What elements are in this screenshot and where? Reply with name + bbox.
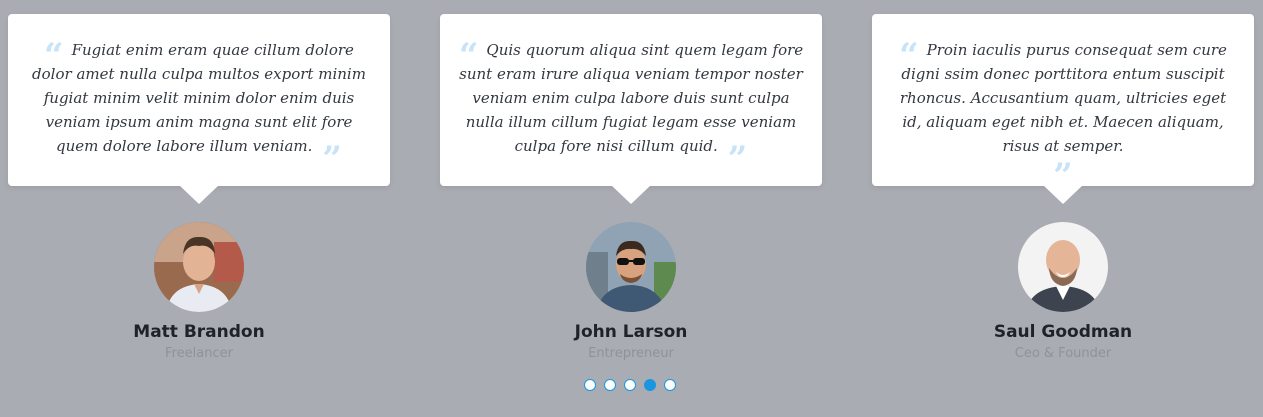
pagination-dot-4[interactable] — [644, 379, 656, 391]
pagination-dot-5[interactable] — [664, 379, 676, 391]
author: Matt Brandon Freelancer — [8, 222, 390, 361]
quote-bubble: “Quis quorum aliqua sint quem legam fore… — [440, 14, 822, 204]
avatar — [586, 222, 676, 312]
avatar — [154, 222, 244, 312]
author: Saul Goodman Ceo & Founder — [872, 222, 1254, 361]
author-role: Entrepreneur — [588, 346, 674, 361]
quote-body: Quis quorum aliqua sint quem legam fore … — [459, 41, 804, 155]
author-role: Freelancer — [165, 346, 233, 361]
pagination-dot-3[interactable] — [624, 379, 636, 391]
testimonial-card: “Proin iaculis purus consequat sem cure … — [872, 14, 1254, 361]
author-name: Matt Brandon — [133, 322, 265, 342]
quote-body: Fugiat enim eram quae cillum dolore dolo… — [32, 41, 366, 155]
testimonial-card: “Quis quorum aliqua sint quem legam fore… — [440, 14, 822, 361]
quote-bubble: “Proin iaculis purus consequat sem cure … — [872, 14, 1254, 204]
author-name: John Larson — [574, 322, 688, 342]
quote-text: “Fugiat enim eram quae cillum dolore dol… — [32, 36, 366, 179]
quote-text: “Proin iaculis purus consequat sem cure … — [899, 36, 1227, 196]
testimonial-card: “Fugiat enim eram quae cillum dolore dol… — [8, 14, 390, 361]
pagination-dot-1[interactable] — [584, 379, 596, 391]
avatar — [1018, 222, 1108, 312]
quote-bubble: “Fugiat enim eram quae cillum dolore dol… — [8, 14, 390, 204]
author-name: Saul Goodman — [993, 322, 1133, 342]
author-role: Ceo & Founder — [1014, 346, 1112, 361]
carousel-pagination — [584, 379, 676, 391]
quote-text: “Quis quorum aliqua sint quem legam fore… — [458, 36, 804, 179]
pagination-dot-2[interactable] — [604, 379, 616, 391]
quote-body: Proin iaculis purus consequat sem cure d… — [899, 41, 1227, 155]
author: John Larson Entrepreneur — [440, 222, 822, 361]
